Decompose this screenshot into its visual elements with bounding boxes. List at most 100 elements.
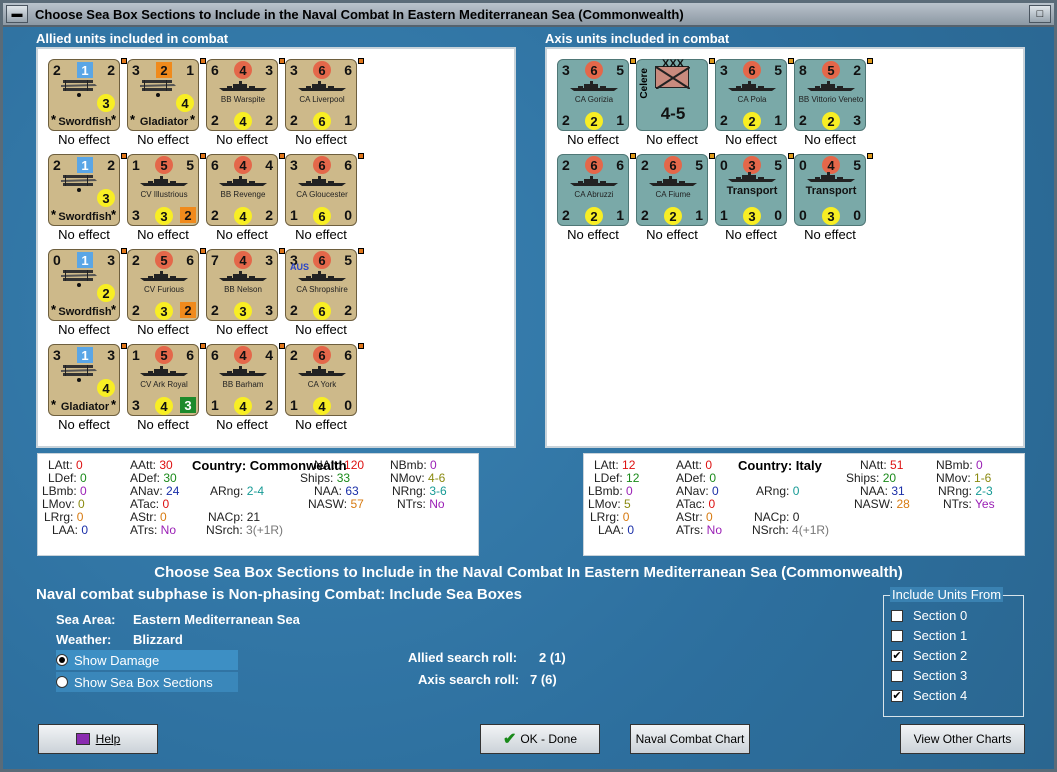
stat-ships: Ships: 20 xyxy=(846,471,896,485)
unit-bottom-value: 4 xyxy=(234,207,252,225)
unit-counter[interactable]: XXX Celere 4-5 xyxy=(636,58,708,131)
unit-counter[interactable]: 2 6 6 CA York 1 4 0 xyxy=(285,344,357,416)
unit-counter[interactable]: 3 6 6 CA Liverpool 2 6 1 xyxy=(285,59,357,131)
unit-counter[interactable]: 3 1 2 4 * * Gladiator xyxy=(127,59,199,131)
unit-counter[interactable]: 0 5 4 Transport 0 3 0 xyxy=(794,154,866,226)
system-menu-button[interactable]: ▬ xyxy=(6,5,28,23)
unit-counter[interactable]: 6 4 4 BB Revenge 2 4 2 xyxy=(206,154,278,226)
stat-label: ARng: xyxy=(210,484,244,498)
unit-counter[interactable]: 3 6 6 CA Gloucester 1 6 0 xyxy=(285,154,357,226)
unit-counter[interactable]: 2 6 6 CA Abruzzi 2 2 1 xyxy=(557,154,629,226)
unit-bottom-right-value: 0 xyxy=(344,397,352,413)
stat-nacp: NACp: 21 xyxy=(208,510,260,524)
unit-counter[interactable]: 1 5 5 CV Illustrious 3 3 2 xyxy=(127,154,199,226)
unit-right-value: 5 xyxy=(774,62,782,78)
unit-counter[interactable]: 6 4 4 BB Barham 1 4 2 xyxy=(206,344,278,416)
stat-value: 0 xyxy=(792,510,800,524)
stat-value: 30 xyxy=(159,458,173,472)
stat-lmov: LMov: 5 xyxy=(588,497,631,511)
unit-right-value: 6 xyxy=(344,157,352,173)
unit-counter[interactable]: 2 5 6 CA Fiume 2 2 1 xyxy=(636,154,708,226)
combat-result-text: No effect xyxy=(295,322,347,337)
aircraft-icon xyxy=(138,74,178,100)
unit-center-value: 5 xyxy=(155,156,173,174)
section-checkbox-2[interactable]: ✔ Section 2 xyxy=(891,648,967,663)
unit-bottom-value: 6 xyxy=(313,112,331,130)
ship-icon xyxy=(728,171,776,182)
stat-label: LAtt: xyxy=(48,458,73,472)
unit-counter[interactable]: 0 3 1 2 * * Swordfish xyxy=(48,249,120,321)
ship-icon xyxy=(298,365,346,376)
unit-counter[interactable]: 8 2 5 BB Vittorio Veneto 2 2 3 xyxy=(794,59,866,131)
stat-atac: ATac: 0 xyxy=(130,497,169,511)
unit-bottom-right-value: 0 xyxy=(853,207,861,223)
unit-counter[interactable]: 1 6 5 CV Ark Royal 3 4 3 xyxy=(127,344,199,416)
unit-bottom-right-value: 3 xyxy=(853,112,861,128)
unit-bottom-right-value: 3 xyxy=(265,302,273,318)
stat-value: 0 xyxy=(430,458,437,472)
show-damage-radio[interactable]: Show Damage xyxy=(56,650,238,670)
unit-counter[interactable]: 3 5 6 CA Gorizia 2 2 1 xyxy=(557,59,629,131)
unit-counter[interactable]: 2 6 5 CV Furious 2 3 2 xyxy=(127,249,199,321)
stat-label: AAtt: xyxy=(676,458,703,472)
stat-value: No xyxy=(706,523,723,537)
section-label: Section 0 xyxy=(913,608,968,623)
section-label: Section 2 xyxy=(913,648,968,663)
unit-left-value: 3 xyxy=(562,62,570,78)
unit-right-value: 4 xyxy=(265,347,273,363)
unit-counter[interactable]: 3 3 1 4 * * Gladiator xyxy=(48,344,120,416)
allied-roll-value: 2 (1) xyxy=(539,650,566,665)
unit-name: Gladiator xyxy=(139,116,189,128)
unit-counter[interactable]: 3 5 6 AUS CA Shropshire 2 6 2 xyxy=(285,249,357,321)
unit-bottom-value: 3 xyxy=(155,302,173,320)
view-other-charts-button[interactable]: View Other Charts xyxy=(900,724,1025,754)
checkbox-icon: ✔ xyxy=(891,689,903,702)
help-button[interactable]: Help xyxy=(38,724,158,754)
aircraft-icon xyxy=(59,264,99,290)
unit-name: CV Illustrious xyxy=(140,190,188,199)
unit-right-value: 6 xyxy=(186,347,194,363)
unit-center-value: 5 xyxy=(155,251,173,269)
unit-bottom-value: 3 xyxy=(822,207,840,225)
unit-counter[interactable]: 3 5 6 CA Pola 2 2 1 xyxy=(715,59,787,131)
unit-bottom-value: 6 xyxy=(313,302,331,320)
unit-counter[interactable]: 0 5 3 Transport 1 3 0 xyxy=(715,154,787,226)
unit-counter[interactable]: 6 3 4 BB Warspite 2 4 2 xyxy=(206,59,278,131)
section-checkbox-4[interactable]: ✔ Section 4 xyxy=(891,688,967,703)
unit-left-value: 3 xyxy=(720,62,728,78)
unit-counter[interactable]: 2 2 1 3 * * Swordfish xyxy=(48,154,120,226)
unit-name: CA Gorizia xyxy=(574,95,614,104)
stat-astr: AStr: 0 xyxy=(676,510,713,524)
unit-bottom-left-value: 2 xyxy=(290,112,298,128)
maximize-button[interactable]: □ xyxy=(1029,5,1051,23)
axis-roll-label: Axis search roll: xyxy=(418,672,520,687)
section-label: Section 4 xyxy=(913,688,968,703)
stat-label: NACp: xyxy=(208,510,244,524)
stat-label: ATrs: xyxy=(676,523,704,537)
unit-right-value: 4 xyxy=(265,157,273,173)
stat-value: 51 xyxy=(890,458,904,472)
unit-counter[interactable]: 2 2 1 3 * * Swordfish xyxy=(48,59,120,131)
section-checkbox-3[interactable]: Section 3 xyxy=(891,668,967,683)
stat-nrng: NRng: 2-3 xyxy=(938,484,993,498)
stat-ntrs: NTrs: Yes xyxy=(943,497,995,511)
stat-value: 0 xyxy=(976,458,983,472)
ship-icon xyxy=(298,80,346,91)
weather-label: Weather: xyxy=(56,632,112,647)
unit-center-value: 4 xyxy=(234,156,252,174)
axis-roll-value: 7 (6) xyxy=(530,672,557,687)
combat-result-text: No effect xyxy=(295,227,347,242)
ship-icon xyxy=(728,80,776,91)
unit-bottom-left-value: 1 xyxy=(290,397,298,413)
ok-done-button[interactable]: ✔ OK - Done xyxy=(480,724,600,754)
section-checkbox-1[interactable]: Section 1 xyxy=(891,628,967,643)
stat-value: 21 xyxy=(246,510,261,524)
naval-combat-chart-button[interactable]: Naval Combat Chart xyxy=(630,724,750,754)
stat-nacp: NACp: 0 xyxy=(754,510,799,524)
section-checkbox-0[interactable]: Section 0 xyxy=(891,608,967,623)
stat-nmov: NMov: 4-6 xyxy=(390,471,445,485)
unit-counter[interactable]: 7 3 4 BB Nelson 2 3 3 xyxy=(206,249,278,321)
stat-lbmb: LBmb: 0 xyxy=(42,484,87,498)
show-sections-radio[interactable]: Show Sea Box Sections xyxy=(56,672,238,692)
ship-icon xyxy=(219,175,267,186)
